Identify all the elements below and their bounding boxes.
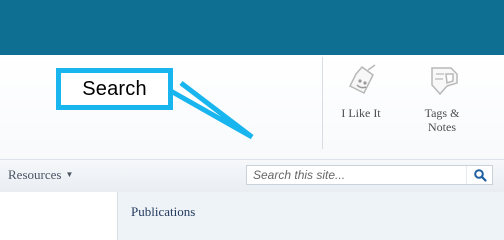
- search-input[interactable]: [247, 166, 465, 184]
- callout-label: Search: [82, 77, 147, 100]
- quick-launch-sidebar: Publications: [117, 192, 504, 240]
- ribbon-divider: [322, 57, 323, 149]
- i-like-it-icon: [348, 64, 376, 95]
- i-like-it-label: I Like It: [341, 106, 381, 120]
- search-callout: Search: [56, 68, 173, 110]
- left-panel: [0, 192, 117, 240]
- tags-notes-label-line1: Tags &: [424, 106, 460, 120]
- search-box: [246, 165, 493, 185]
- i-like-it-button[interactable]: I Like It: [333, 62, 389, 120]
- tags-notes-button[interactable]: Tags & Notes: [410, 62, 474, 134]
- sharepoint-page: Search I Like It Tags & Notes Resources ▼: [0, 0, 504, 240]
- search-icon: [473, 169, 487, 182]
- sidebar-item-publications[interactable]: Publications: [131, 204, 195, 220]
- site-header-band: [0, 0, 504, 55]
- top-navigation-row: Resources ▼: [0, 159, 504, 193]
- search-button[interactable]: [466, 166, 492, 184]
- tags-notes-label-line2: Notes: [428, 120, 456, 134]
- tags-notes-icon: [431, 67, 458, 96]
- callout-pointer: [167, 81, 254, 140]
- resources-label: Resources: [8, 167, 62, 182]
- resources-menu[interactable]: Resources ▼: [8, 167, 73, 183]
- chevron-down-icon: ▼: [65, 170, 74, 179]
